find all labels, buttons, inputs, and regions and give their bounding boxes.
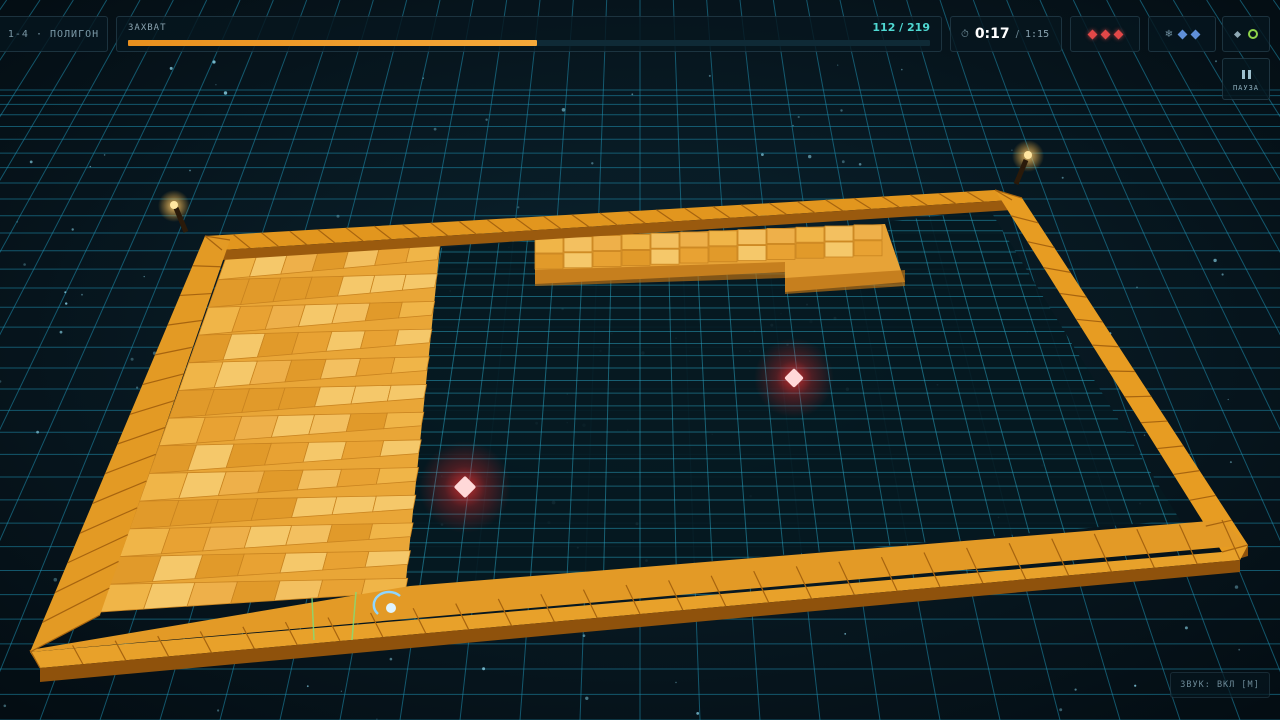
sound-label: ЗВУК: ВКЛ [M] <box>1180 680 1260 690</box>
timer-separator: / <box>1015 28 1020 40</box>
capture-label: ЗАХВАТ <box>128 23 167 33</box>
timer-panel: ⏱ 0:17 / 1:15 <box>950 16 1062 52</box>
timer-current: 0:17 <box>974 26 1010 42</box>
enemy-orb <box>419 441 511 533</box>
timer-total: 1:15 <box>1025 28 1050 40</box>
stopwatch-icon: ⏱ <box>961 28 969 40</box>
capture-progress-panel: ЗАХВАТ 112 / 219 <box>116 16 942 52</box>
capture-count: 112 / 219 <box>872 21 930 34</box>
game-scene <box>0 0 1280 720</box>
capture-progress-fill <box>128 40 538 46</box>
red-diamond-icon <box>1113 29 1123 39</box>
pause-button[interactable]: ПАУЗА <box>1222 58 1270 100</box>
capture-progress-bar <box>128 40 930 46</box>
level-label: 1-4 · ПОЛИГОН <box>7 28 100 40</box>
freeze-panel: ❄ <box>1148 16 1216 52</box>
red-diamond-icon <box>1100 29 1110 39</box>
bonus-panel <box>1222 16 1270 52</box>
enemy-orb <box>754 338 834 418</box>
red-diamond-icon <box>1087 29 1097 39</box>
pause-icon <box>1223 70 1269 79</box>
pause-label: ПАУЗА <box>1232 84 1260 92</box>
snowflake-icon: ❄ <box>1164 28 1174 40</box>
sound-toggle[interactable]: ЗВУК: ВКЛ [M] <box>1170 672 1270 698</box>
diamond-icon <box>1233 30 1241 38</box>
green-ring-icon <box>1247 29 1258 39</box>
blue-diamond-icon <box>1190 29 1201 39</box>
level-indicator: 1-4 · ПОЛИГОН <box>0 16 108 52</box>
lives-panel <box>1070 16 1140 52</box>
blue-diamond-icon <box>1177 29 1188 39</box>
